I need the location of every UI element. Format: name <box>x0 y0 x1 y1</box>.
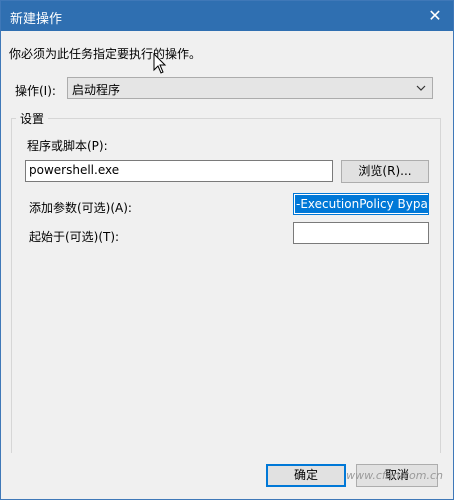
program-label: 程序或脚本(P): <box>27 139 108 153</box>
arguments-selected-text: -ExecutionPolicy Bypas <box>295 195 428 213</box>
watermark-text: www.cfan.com.cn <box>346 469 443 482</box>
close-button[interactable]: ✕ <box>417 1 453 31</box>
ok-button[interactable]: 确定 <box>266 464 346 487</box>
action-label: 操作(I): <box>15 84 56 98</box>
start-in-input[interactable] <box>293 222 429 244</box>
action-select[interactable]: 启动程序 <box>67 77 433 99</box>
settings-legend: 设置 <box>16 110 49 127</box>
dialog-content: 你必须为此任务指定要执行的操作。 操作(I): 启动程序 设置 程序或脚本(P)… <box>1 31 453 468</box>
program-input[interactable]: powershell.exe <box>25 160 333 182</box>
browse-button[interactable]: 浏览(R)... <box>341 160 429 183</box>
start-in-label: 起始于(可选)(T): <box>29 230 120 244</box>
title-bar[interactable]: 新建操作 ✕ <box>1 1 453 31</box>
new-action-dialog: 新建操作 ✕ 你必须为此任务指定要执行的操作。 操作(I): 启动程序 设置 程… <box>0 0 454 500</box>
action-select-value: 启动程序 <box>72 83 121 97</box>
chevron-down-icon <box>416 85 426 91</box>
arguments-label: 添加参数(可选)(A): <box>29 201 132 215</box>
mouse-pointer-icon <box>153 53 167 74</box>
instruction-text: 你必须为此任务指定要执行的操作。 <box>9 47 202 61</box>
arguments-input[interactable]: -ExecutionPolicy Bypas <box>293 193 429 215</box>
window-title: 新建操作 <box>10 12 63 27</box>
